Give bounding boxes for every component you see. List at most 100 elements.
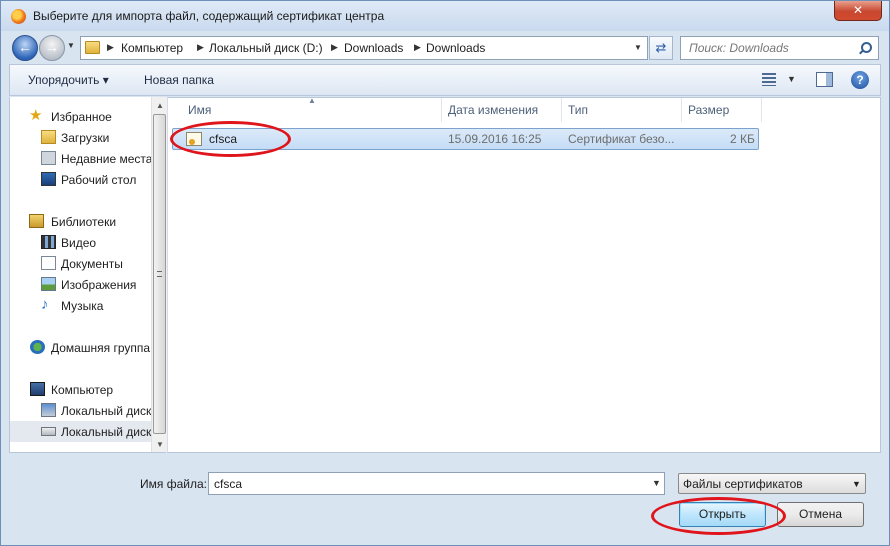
breadcrumb-separator-icon[interactable]: ▶: [197, 42, 204, 53]
nav-item-disk-d[interactable]: Локальный диск: [10, 421, 151, 442]
search-icon[interactable]: [861, 42, 872, 53]
address-bar[interactable]: ▶ Компьютер ▶ Локальный диск (D:) ▶ Down…: [80, 36, 648, 60]
nav-item-disk-c[interactable]: Локальный диск: [10, 400, 151, 421]
back-button[interactable]: ←: [12, 35, 38, 61]
nav-label: Недавние места: [61, 152, 151, 166]
downloads-folder-icon: [41, 130, 56, 144]
column-header-date[interactable]: Дата изменения: [442, 98, 562, 122]
breadcrumb-downloads-current[interactable]: Downloads: [426, 41, 485, 55]
help-icon[interactable]: ?: [851, 71, 869, 89]
column-label: Тип: [568, 103, 589, 117]
file-name: cfsca: [209, 132, 238, 146]
preview-pane-icon[interactable]: [816, 72, 833, 87]
computer-icon: [30, 382, 45, 396]
nav-label: Музыка: [61, 299, 104, 313]
filename-label: Имя файла:: [140, 477, 207, 491]
cancel-button[interactable]: Отмена: [777, 502, 864, 527]
close-button[interactable]: ✕: [834, 1, 882, 21]
title-bar: Выберите для импорта файл, содержащий се…: [1, 1, 889, 31]
view-options-icon[interactable]: [762, 73, 776, 86]
scrollbar-thumb[interactable]: [153, 114, 166, 434]
nav-item-computer[interactable]: Компьютер: [10, 379, 151, 400]
nav-scrollbar[interactable]: ▲ ▼: [151, 97, 167, 452]
search-input[interactable]: Поиск: Downloads: [680, 36, 879, 60]
nav-label: Рабочий стол: [61, 173, 137, 187]
column-label: Имя: [188, 103, 212, 117]
filetype-dropdown-icon[interactable]: ▼: [852, 479, 861, 489]
file-date: 15.09.2016 16:25: [448, 132, 542, 146]
nav-item-desktop[interactable]: Рабочий стол: [10, 169, 151, 190]
nav-label: Домашняя группа: [51, 341, 151, 355]
nav-item-favorites[interactable]: ★ Избранное: [10, 106, 151, 127]
file-size: 2 КБ: [730, 132, 755, 146]
nav-item-downloads[interactable]: Загрузки: [10, 127, 151, 148]
address-dropdown-icon[interactable]: ▼: [634, 43, 642, 52]
breadcrumb-separator-icon[interactable]: ▶: [331, 42, 338, 53]
filetype-value: Файлы сертификатов: [683, 477, 803, 491]
window-title: Выберите для импорта файл, содержащий се…: [33, 9, 385, 23]
filename-value: cfsca: [214, 477, 243, 491]
nav-item-video[interactable]: Видео: [10, 232, 151, 253]
navigation-row: ← → ▼ ▶ Компьютер ▶ Локальный диск (D:) …: [1, 31, 889, 63]
disk-drive-icon: [41, 427, 56, 436]
nav-label: Локальный диск: [61, 404, 151, 418]
filetype-select[interactable]: Файлы сертификатов ▼: [678, 473, 866, 494]
nav-label: Локальный диск: [61, 425, 151, 439]
new-folder-button[interactable]: Новая папка: [144, 73, 214, 87]
breadcrumb-downloads[interactable]: Downloads: [344, 41, 403, 55]
nav-item-homegroup[interactable]: Домашняя группа: [10, 337, 151, 358]
nav-label: Библиотеки: [51, 215, 117, 229]
firefox-icon: [11, 9, 26, 24]
recent-places-icon: [41, 151, 56, 165]
file-row-selected[interactable]: cfsca 15.09.2016 16:25 Сертификат безо..…: [172, 128, 759, 150]
nav-item-images[interactable]: Изображения: [10, 274, 151, 295]
nav-label: Изображения: [61, 278, 137, 292]
open-button[interactable]: Открыть: [679, 502, 766, 527]
refresh-button[interactable]: ⇄: [649, 36, 673, 60]
file-type: Сертификат безо...: [568, 132, 675, 146]
nav-label: Избранное: [51, 110, 112, 124]
nav-label: Компьютер: [51, 383, 114, 397]
video-icon: [41, 235, 56, 249]
star-icon: ★: [29, 107, 43, 124]
homegroup-icon: [30, 340, 45, 354]
system-disk-icon: [41, 403, 56, 417]
breadcrumb-separator-icon[interactable]: ▶: [414, 42, 421, 53]
nav-item-music[interactable]: ♪ Музыка: [10, 295, 151, 316]
breadcrumb-computer[interactable]: Компьютер: [121, 41, 183, 55]
forward-button[interactable]: →: [39, 35, 65, 61]
filename-field[interactable]: cfsca ▼: [208, 472, 665, 495]
nav-item-documents[interactable]: Документы: [10, 253, 151, 274]
breadcrumb-separator-icon[interactable]: ▶: [107, 42, 114, 53]
column-header-name[interactable]: Имя ▲: [168, 96, 442, 122]
libraries-icon: [29, 214, 44, 228]
scroll-up-icon[interactable]: ▲: [156, 101, 164, 110]
column-header-size[interactable]: Размер: [682, 98, 762, 122]
command-bar: Упорядочить ▾ Новая папка ▼ ?: [9, 64, 881, 96]
navigation-pane: ★ Избранное Загрузки Недавние места Рабо…: [9, 97, 167, 453]
search-placeholder: Поиск: Downloads: [689, 41, 789, 55]
music-note-icon: ♪: [41, 296, 49, 313]
column-label: Дата изменения: [448, 103, 539, 117]
document-icon: [41, 256, 56, 270]
sort-ascending-icon: ▲: [308, 96, 316, 105]
column-label: Размер: [688, 103, 730, 117]
desktop-icon: [41, 172, 56, 186]
grip-icon: [157, 271, 162, 277]
open-file-dialog: Выберите для импорта файл, содержащий се…: [0, 0, 890, 546]
history-dropdown-icon[interactable]: ▼: [67, 41, 75, 50]
certificate-file-icon: [186, 132, 202, 146]
nav-item-libraries[interactable]: Библиотеки: [10, 211, 151, 232]
breadcrumb-disk-d[interactable]: Локальный диск (D:): [209, 41, 323, 55]
nav-item-recent[interactable]: Недавние места: [10, 148, 151, 169]
filename-dropdown-icon[interactable]: ▼: [652, 478, 661, 488]
scroll-down-icon[interactable]: ▼: [156, 440, 164, 449]
pictures-icon: [41, 277, 56, 291]
nav-label: Видео: [61, 236, 97, 250]
column-header-type[interactable]: Тип: [562, 98, 682, 122]
nav-label: Документы: [61, 257, 123, 271]
view-dropdown-icon[interactable]: ▼: [787, 74, 796, 84]
organize-button[interactable]: Упорядочить ▾: [28, 73, 109, 87]
folder-icon: [85, 41, 100, 54]
nav-label: Загрузки: [61, 131, 110, 145]
